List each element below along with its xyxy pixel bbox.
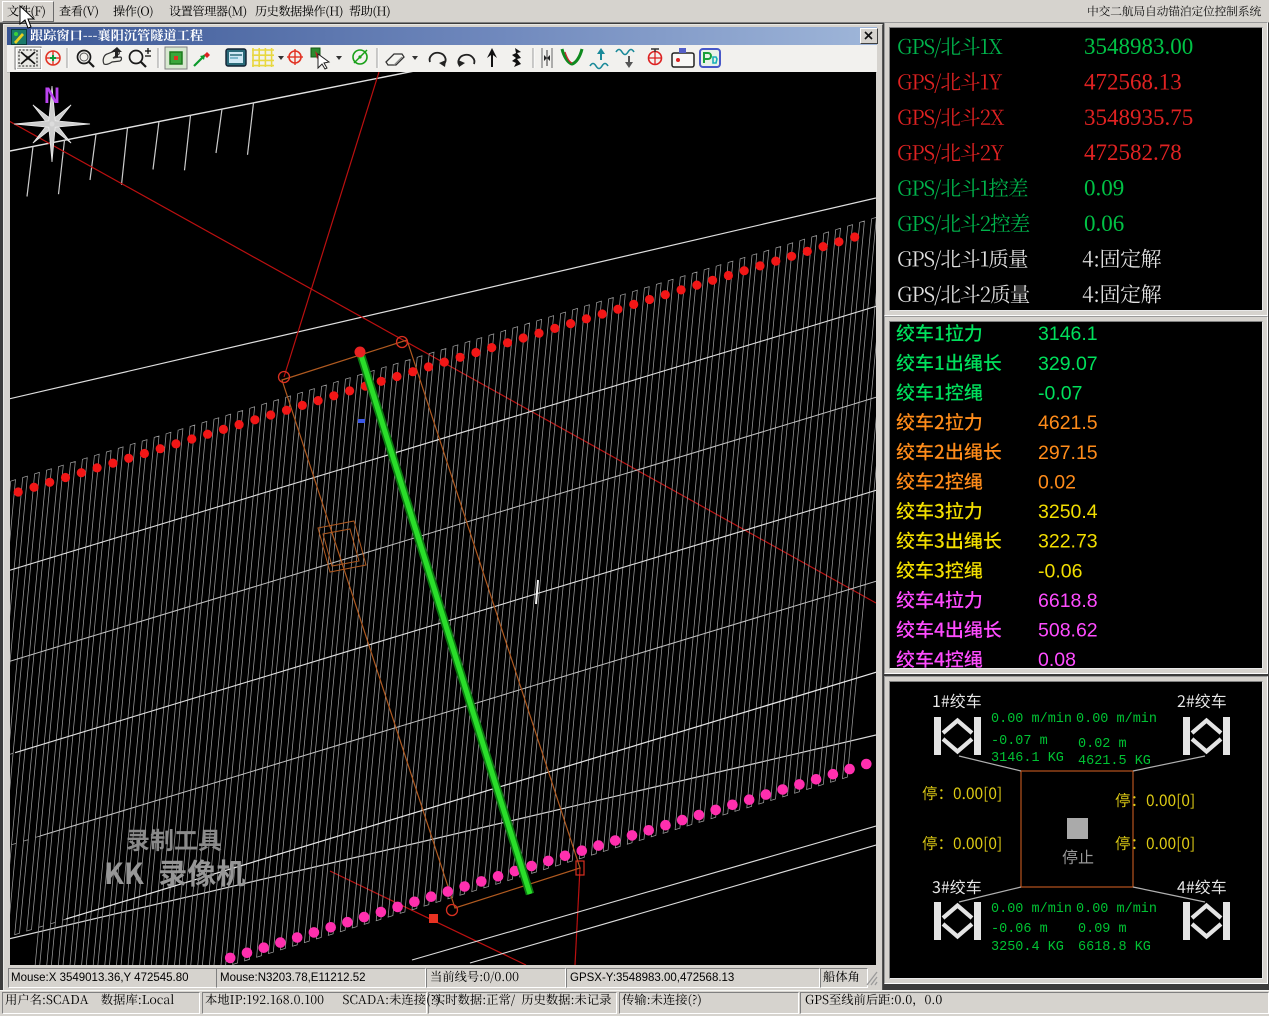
svg-text:0.00 m/min: 0.00 m/min <box>991 902 1072 917</box>
svg-text:-0.07 m: -0.07 m <box>991 734 1048 749</box>
svg-text:329.07: 329.07 <box>1038 353 1098 375</box>
svg-text:-0.06 m: -0.06 m <box>991 922 1048 937</box>
svg-text:6618.8 KG: 6618.8 KG <box>1078 940 1151 955</box>
svg-text:N: N <box>44 83 60 108</box>
svg-text:4621.5 KG: 4621.5 KG <box>1078 754 1151 769</box>
svg-text:0.08: 0.08 <box>1038 649 1076 671</box>
svg-text:472568.13: 472568.13 <box>1084 69 1182 94</box>
svg-text:4621.5: 4621.5 <box>1038 412 1098 434</box>
svg-text:0.02 m: 0.02 m <box>1078 737 1127 752</box>
svg-text:3146.1 KG: 3146.1 KG <box>991 751 1064 766</box>
svg-text:Mouse:X 3549013.36,Y 472545.80: Mouse:X 3549013.36,Y 472545.80 <box>11 972 189 984</box>
svg-text:322.73: 322.73 <box>1038 531 1098 553</box>
svg-text:0.09: 0.09 <box>1084 176 1124 201</box>
svg-text:0.00 m/min: 0.00 m/min <box>1076 902 1157 917</box>
svg-text:3146.1: 3146.1 <box>1038 323 1098 345</box>
svg-text:297.15: 297.15 <box>1038 442 1098 464</box>
svg-text:3250.4 KG: 3250.4 KG <box>991 940 1064 955</box>
svg-text:472582.78: 472582.78 <box>1084 140 1182 165</box>
svg-text:GPSX-Y:3548983.00,472568.13: GPSX-Y:3548983.00,472568.13 <box>570 972 734 984</box>
svg-text:508.62: 508.62 <box>1038 620 1098 642</box>
svg-text:0.00 m/min: 0.00 m/min <box>991 712 1072 727</box>
svg-text:0.09 m: 0.09 m <box>1078 922 1127 937</box>
svg-text:-0.06: -0.06 <box>1038 560 1082 582</box>
svg-text:3250.4: 3250.4 <box>1038 501 1098 523</box>
svg-text:0.02: 0.02 <box>1038 471 1076 493</box>
svg-text:3548983.00: 3548983.00 <box>1084 34 1193 59</box>
svg-text:3548935.75: 3548935.75 <box>1084 105 1193 130</box>
svg-text:-0.07: -0.07 <box>1038 382 1082 404</box>
svg-text:0.00 m/min: 0.00 m/min <box>1076 712 1157 727</box>
svg-text:0.06: 0.06 <box>1084 211 1124 236</box>
svg-text:6618.8: 6618.8 <box>1038 590 1098 612</box>
svg-text:Mouse:N3203.78,E11212.52: Mouse:N3203.78,E11212.52 <box>220 972 366 984</box>
